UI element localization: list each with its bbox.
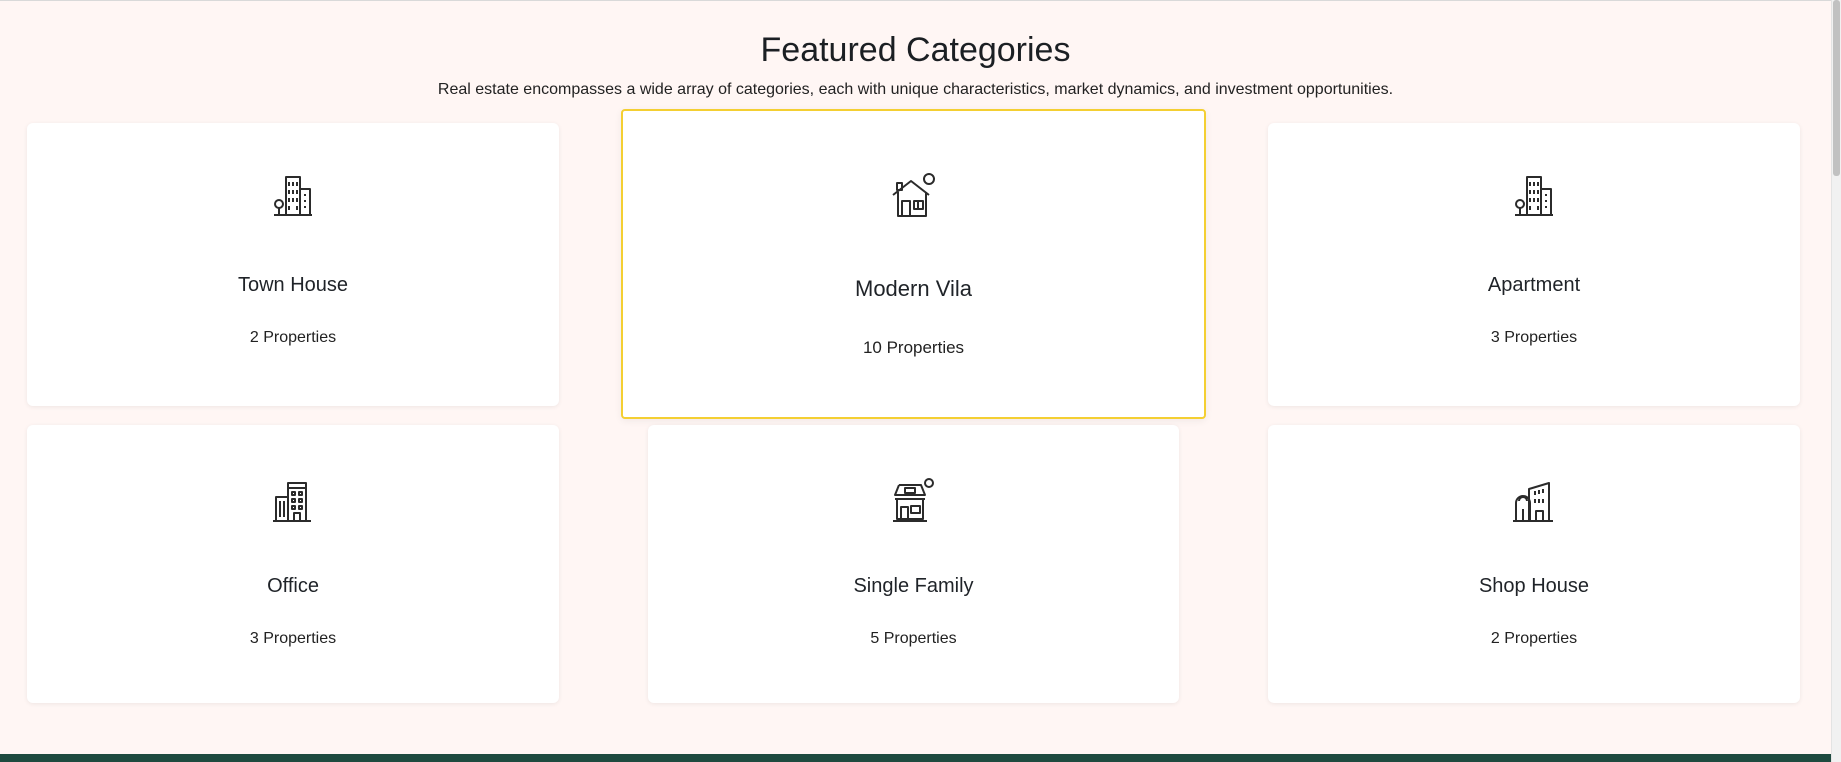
property-count: 5 Properties: [870, 630, 957, 647]
property-count: 2 Properties: [1490, 630, 1578, 647]
category-name: Office: [267, 575, 319, 597]
property-count: 2 Properties: [249, 329, 337, 346]
category-card-modern-vila[interactable]: Modern Vila 10 Properties: [621, 109, 1206, 419]
scrollbar-thumb[interactable]: [1833, 0, 1840, 176]
section-subtitle: Real estate encompasses a wide array of …: [437, 81, 1394, 98]
family-house-icon: [889, 477, 939, 527]
section-title: Featured Categories: [760, 31, 1071, 69]
category-name: Town House: [237, 274, 349, 296]
city-buildings-icon: [268, 171, 318, 221]
category-name: Single Family: [853, 575, 974, 597]
footer-section: [0, 754, 1831, 762]
top-divider: [0, 0, 1831, 1]
category-name: Shop House: [1478, 575, 1590, 597]
city-buildings-icon: [1509, 171, 1559, 221]
category-card-shop-house[interactable]: Shop House 2 Properties: [1268, 425, 1800, 703]
category-name: Modern Vila: [855, 276, 972, 301]
property-count: 3 Properties: [1490, 329, 1578, 346]
category-card-single-family[interactable]: Single Family 5 Properties: [648, 425, 1179, 703]
category-card-apartment[interactable]: Apartment 3 Properties: [1268, 123, 1800, 406]
property-count: 10 Properties: [862, 338, 965, 357]
office-building-icon: [268, 477, 318, 527]
category-name: Apartment: [1487, 274, 1581, 296]
property-count: 3 Properties: [249, 630, 337, 647]
category-card-office[interactable]: Office 3 Properties: [27, 425, 559, 703]
shop-building-icon: [1509, 477, 1559, 527]
category-card-town-house[interactable]: Town House 2 Properties: [27, 123, 559, 406]
house-with-sun-icon: [889, 171, 939, 221]
